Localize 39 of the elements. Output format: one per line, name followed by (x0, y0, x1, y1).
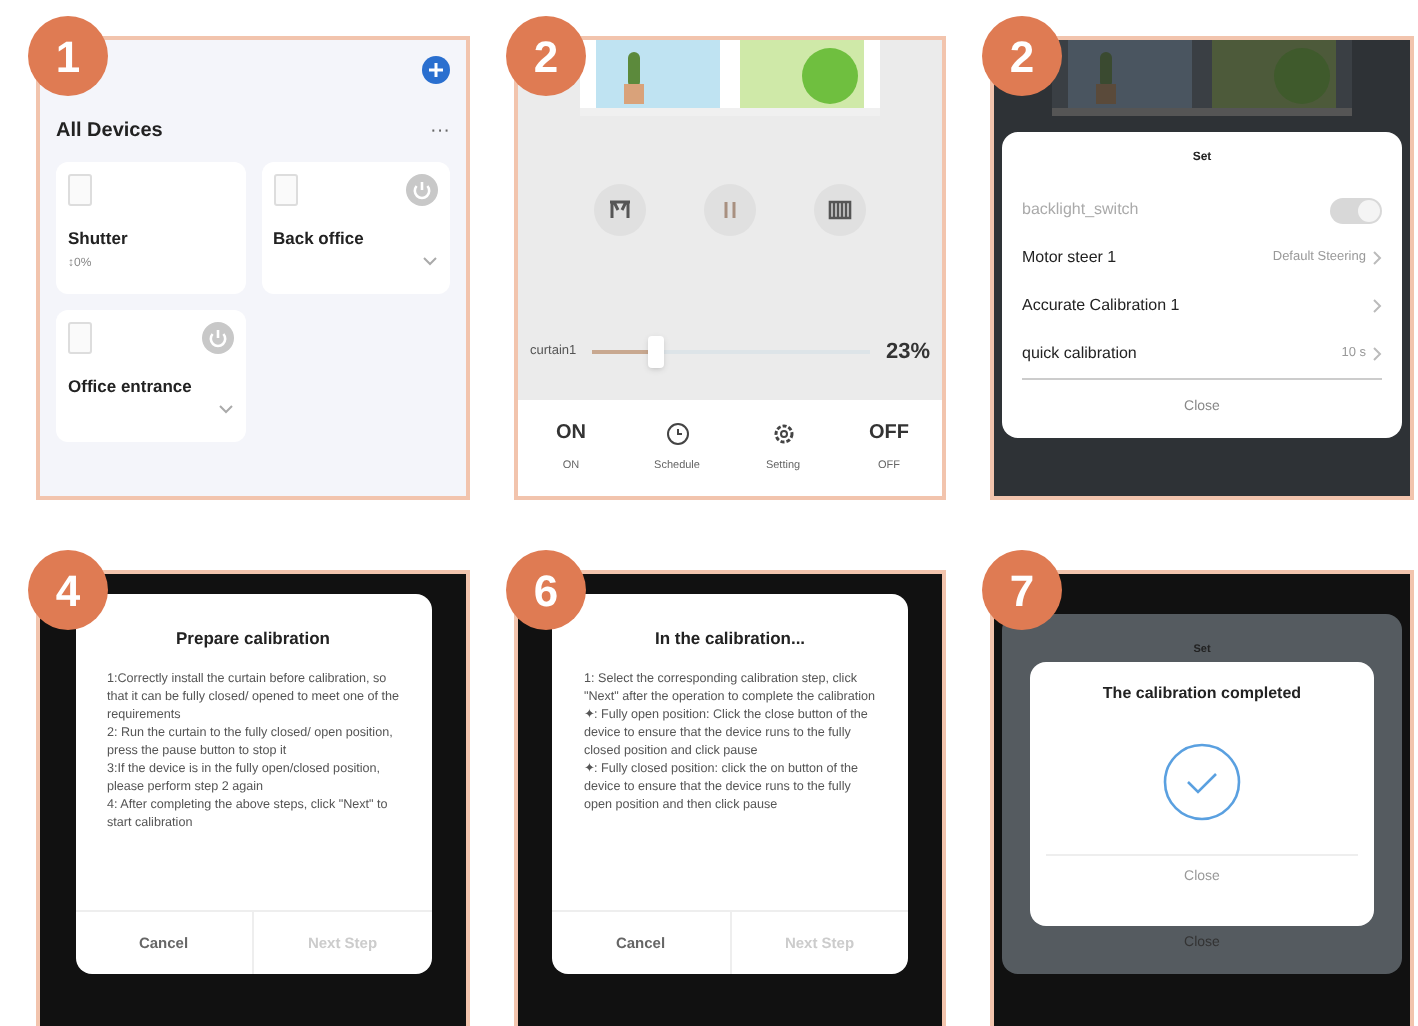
device-name: Back office (273, 226, 366, 252)
pause-icon (703, 184, 756, 236)
chevron-right-icon (1372, 250, 1382, 266)
power-icon (201, 322, 233, 354)
more-button[interactable]: ··· (430, 121, 450, 141)
power-icon (406, 174, 438, 206)
chevron-down-icon (422, 255, 438, 266)
settings-row[interactable]: Accurate Calibration 1 (1022, 282, 1382, 330)
add-icon (422, 56, 450, 84)
step-badge: 6 (506, 550, 586, 630)
switch-panel-icon (68, 322, 92, 354)
check-circle-icon (1162, 742, 1242, 822)
device-name: Shutter (68, 226, 130, 252)
chevron-right-icon (1372, 298, 1382, 314)
step-badge: 7 (982, 550, 1062, 630)
step-badge: 2 (982, 16, 1062, 96)
device-card[interactable]: Back office (261, 162, 450, 294)
step-badge: 2 (506, 16, 586, 96)
chevron-down-icon (217, 403, 233, 414)
section-title: All Devices (56, 118, 163, 146)
slider-thumb[interactable] (648, 336, 665, 369)
slider-reading: 23% (885, 338, 930, 368)
settings-icon (771, 421, 795, 446)
action-glyph: ON (556, 421, 586, 446)
shutter-icon (68, 174, 92, 206)
device-name: Office entrance (68, 374, 194, 400)
dialog-title: Prepare calibration (173, 626, 332, 652)
close-curtain-icon (813, 184, 866, 236)
dialog-title: In the calibration... (652, 626, 808, 652)
slider-track[interactable] (592, 336, 870, 369)
clock-icon (665, 421, 689, 446)
action-glyph: OFF (869, 421, 909, 446)
chevron-right-icon (1372, 346, 1382, 362)
switch-panel-icon (273, 174, 297, 206)
device-card[interactable]: Office entrance (56, 310, 245, 442)
step-badge: 1 (28, 16, 108, 96)
step-badge: 4 (28, 550, 108, 630)
dialog-title: The calibration completed (1102, 682, 1302, 706)
open-curtain-icon (594, 184, 647, 236)
